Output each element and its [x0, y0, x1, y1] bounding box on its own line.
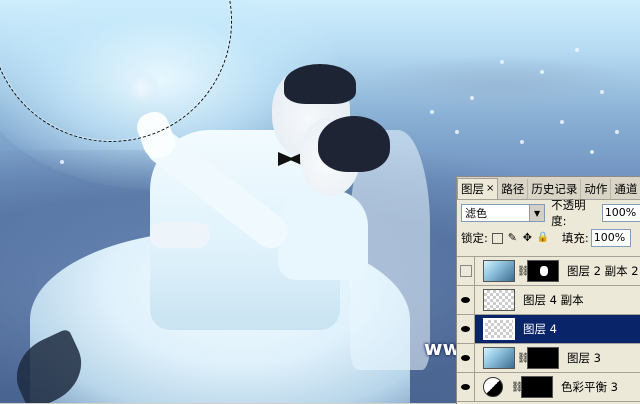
- groom-hand: [150, 222, 210, 248]
- hidden-box-icon: [459, 265, 472, 277]
- layer-row[interactable]: ⛓ 图层 2 副本 2: [457, 257, 640, 286]
- flower: [500, 60, 504, 64]
- opacity-label: 不透明度:: [551, 198, 586, 228]
- tab-paths[interactable]: 路径: [498, 179, 529, 199]
- flower: [430, 110, 434, 114]
- visibility-toggle[interactable]: [457, 344, 475, 372]
- eye-icon: [461, 326, 470, 332]
- lock-label: 锁定:: [461, 231, 488, 245]
- tab-channels-label: 通道: [614, 182, 638, 196]
- layer-thumbnail: [483, 318, 515, 340]
- tab-actions[interactable]: 动作: [581, 179, 612, 199]
- background-hill: [360, 55, 640, 115]
- link-icon[interactable]: ⛓: [517, 353, 530, 364]
- lock-transparent-pixels-icon[interactable]: [491, 232, 503, 244]
- layer-thumbnail: [483, 289, 515, 311]
- flower: [560, 120, 564, 124]
- tab-channels[interactable]: 通道: [611, 179, 640, 199]
- layer-name: 图层 4 副本: [523, 293, 584, 307]
- link-icon[interactable]: ⛓: [511, 382, 524, 393]
- layer-thumbnail: [483, 347, 515, 369]
- layer-name: 图层 3: [567, 351, 601, 365]
- layer-mask-thumbnail[interactable]: [521, 376, 553, 398]
- lock-all-icon[interactable]: 🔒: [537, 232, 549, 244]
- blend-mode-value: 滤色: [465, 207, 487, 220]
- tab-history-label: 历史记录: [531, 182, 578, 196]
- layer-row[interactable]: 图层 4 副本: [457, 286, 640, 315]
- tab-actions-label: 动作: [584, 182, 608, 196]
- layer-mask-thumbnail[interactable]: [527, 260, 559, 282]
- flower: [600, 90, 604, 94]
- flower: [575, 48, 579, 52]
- bride-torso: [278, 190, 368, 280]
- groom-hair: [284, 64, 356, 104]
- layer-row[interactable]: ⛓ 色彩平衡 3: [457, 373, 640, 402]
- layer-name: 图层 4: [523, 322, 557, 336]
- fill-input[interactable]: 100%: [590, 229, 631, 247]
- visibility-toggle[interactable]: [457, 315, 475, 343]
- layers-panel: 图层 × 路径 历史记录 动作 通道 滤色 ▼ 不透明度: 100% 锁定: ✎…: [456, 176, 640, 404]
- close-icon[interactable]: ×: [486, 179, 494, 199]
- chevron-down-icon[interactable]: ▼: [529, 205, 545, 221]
- opacity-input[interactable]: 100%: [601, 204, 640, 222]
- layer-row[interactable]: ⛓ 图层 3: [457, 344, 640, 373]
- flower: [60, 160, 64, 164]
- flower: [455, 130, 459, 134]
- layer-thumbnail: [483, 260, 515, 282]
- layer-list: ⛓ 图层 2 副本 2 图层 4 副本 图层 4 ⛓ 图层 3 ⛓ 色彩平衡 3: [457, 256, 640, 402]
- flower: [615, 130, 619, 134]
- tab-history[interactable]: 历史记录: [528, 179, 582, 199]
- flower: [590, 150, 594, 154]
- visibility-toggle[interactable]: [457, 286, 475, 314]
- flower: [520, 140, 524, 144]
- lock-position-icon[interactable]: ✥: [522, 232, 533, 244]
- lock-row: 锁定: ✎ ✥ 🔒 填充: 100%: [461, 228, 640, 248]
- bride-hair: [318, 116, 390, 172]
- blend-mode-select[interactable]: 滤色 ▼: [461, 204, 546, 222]
- visibility-toggle[interactable]: [457, 257, 475, 285]
- eye-icon: [461, 384, 470, 390]
- layer-mask-thumbnail[interactable]: [527, 347, 559, 369]
- tab-paths-label: 路径: [501, 182, 525, 196]
- adjustment-layer-icon: [483, 377, 503, 397]
- fill-label: 填充:: [561, 231, 589, 245]
- layer-name: 色彩平衡 3: [561, 380, 618, 394]
- layer-row-selected[interactable]: 图层 4: [457, 315, 640, 344]
- eye-icon: [461, 355, 470, 361]
- link-icon[interactable]: ⛓: [517, 266, 530, 277]
- lock-image-pixels-icon[interactable]: ✎: [507, 232, 518, 244]
- flower: [470, 96, 474, 100]
- flower: [540, 70, 544, 74]
- layer-name: 图层 2 副本 2: [567, 264, 639, 278]
- tab-layers[interactable]: 图层 ×: [457, 178, 499, 199]
- eye-icon: [461, 297, 470, 303]
- panel-tabs: 图层 × 路径 历史记录 动作 通道: [457, 177, 640, 200]
- blend-row: 滤色 ▼ 不透明度: 100%: [461, 198, 640, 228]
- visibility-toggle[interactable]: [457, 373, 475, 401]
- tab-layers-label: 图层: [461, 182, 484, 196]
